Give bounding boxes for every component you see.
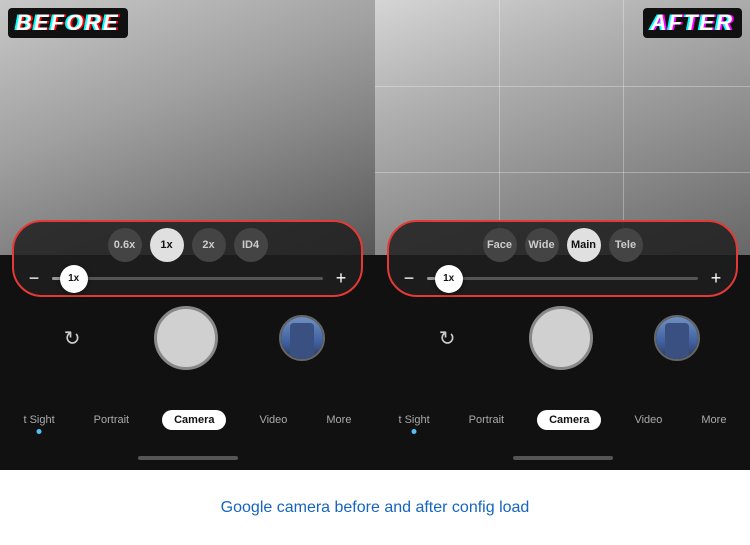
after-tab-camera[interactable]: Camera (537, 410, 601, 430)
before-tab-camera[interactable]: Camera (162, 410, 226, 430)
after-shutter-row: ↻ (375, 306, 750, 370)
before-tab-more[interactable]: More (320, 410, 357, 430)
before-zoom-minus[interactable]: − (24, 268, 44, 289)
before-zoom-slider-track[interactable]: 1x (52, 277, 323, 280)
before-tab-sight[interactable]: t Sight (17, 410, 60, 430)
caption: Google camera before and after config lo… (0, 470, 750, 545)
grid-h1 (375, 86, 750, 87)
after-panel: AFTER Face Wide Main Tele − 1x (375, 0, 750, 470)
after-tab-more[interactable]: More (695, 410, 732, 430)
after-flip-icon-btn[interactable]: ↻ (425, 316, 469, 360)
before-zoom-btn-id4[interactable]: ID4 (234, 228, 268, 262)
before-bottom-bar (138, 456, 238, 460)
before-zoom-btn-2x[interactable]: 2x (192, 228, 226, 262)
before-zoom-btn-1x[interactable]: 1x (150, 228, 184, 262)
after-tab-portrait[interactable]: Portrait (463, 410, 510, 430)
after-zoom-slider-thumb[interactable]: 1x (435, 265, 463, 293)
after-zoom-btn-face[interactable]: Face (483, 228, 517, 262)
before-tab-portrait[interactable]: Portrait (88, 410, 135, 430)
before-flip-icon-btn[interactable]: ↻ (50, 316, 94, 360)
after-zoom-plus[interactable]: + (706, 268, 726, 289)
after-zoom-bar-wrapper: Face Wide Main Tele − 1x + (375, 220, 750, 297)
after-shutter-btn[interactable] (529, 306, 593, 370)
before-shutter-btn[interactable] (154, 306, 218, 370)
after-zoom-minus[interactable]: − (399, 268, 419, 289)
after-zoom-slider-row: − 1x + (399, 268, 726, 289)
before-zoom-bar-wrapper: 0.6x 1x 2x ID4 − 1x + (0, 220, 375, 297)
before-thumbnail[interactable] (279, 315, 325, 361)
after-zoom-slider-track[interactable]: 1x (427, 277, 698, 280)
after-bottom-bar (513, 456, 613, 460)
after-zoom-btn-wide[interactable]: Wide (525, 228, 559, 262)
after-mode-tabs: t Sight Portrait Camera Video More (375, 410, 750, 430)
before-zoom-slider-row: − 1x + (24, 268, 351, 289)
caption-text: Google camera before and after config lo… (221, 499, 530, 517)
after-zoom-btn-main[interactable]: Main (567, 228, 601, 262)
after-tab-video[interactable]: Video (628, 410, 668, 430)
comparison-container: BEFORE 0.6x 1x 2x ID4 − 1x (0, 0, 750, 545)
after-thumbnail-person (656, 317, 698, 359)
before-zoom-btn-0.6x[interactable]: 0.6x (108, 228, 142, 262)
after-thumbnail[interactable] (654, 315, 700, 361)
before-tab-video[interactable]: Video (253, 410, 293, 430)
before-zoom-slider-thumb[interactable]: 1x (60, 265, 88, 293)
panels: BEFORE 0.6x 1x 2x ID4 − 1x (0, 0, 750, 470)
before-reload-icon: ↻ (64, 326, 81, 351)
before-thumbnail-fig (290, 323, 314, 359)
after-thumbnail-fig (665, 323, 689, 359)
before-zoom-buttons: 0.6x 1x 2x ID4 (24, 228, 351, 262)
before-label: BEFORE (8, 8, 128, 38)
before-shutter-row: ↻ (0, 306, 375, 370)
after-zoom-buttons: Face Wide Main Tele (399, 228, 726, 262)
before-zoom-plus[interactable]: + (331, 268, 351, 289)
after-zoom-btn-tele[interactable]: Tele (609, 228, 643, 262)
after-label: AFTER (643, 8, 742, 38)
before-zoom-highlight-box: 0.6x 1x 2x ID4 − 1x + (12, 220, 363, 297)
grid-h2 (375, 172, 750, 173)
after-reload-icon: ↻ (439, 326, 456, 351)
before-thumbnail-person (281, 317, 323, 359)
after-zoom-highlight-box: Face Wide Main Tele − 1x + (387, 220, 738, 297)
after-tab-sight[interactable]: t Sight (392, 410, 435, 430)
before-mode-tabs: t Sight Portrait Camera Video More (0, 410, 375, 430)
before-panel: BEFORE 0.6x 1x 2x ID4 − 1x (0, 0, 375, 470)
